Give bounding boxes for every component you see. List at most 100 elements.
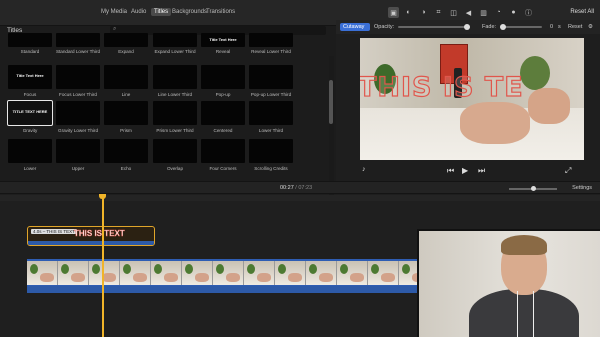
title-tile[interactable]	[153, 33, 197, 47]
settings-button[interactable]: Settings	[572, 185, 592, 191]
webcam-overlay	[417, 229, 600, 337]
title-tile[interactable]	[8, 33, 52, 47]
skip-forward-icon[interactable]: ⏭	[478, 166, 485, 176]
title-tile[interactable]	[104, 139, 148, 163]
tab-transitions[interactable]: Transitions	[206, 9, 235, 15]
fade-slider[interactable]	[500, 26, 542, 28]
reset-button[interactable]: Reset	[568, 24, 582, 30]
current-time: 00:27	[280, 185, 294, 191]
title-tile[interactable]	[201, 65, 245, 89]
frame-plant	[154, 264, 162, 274]
stabilization-icon[interactable]: ◫	[448, 7, 459, 18]
opacity-knob[interactable]	[464, 24, 470, 30]
volume-icon[interactable]: ◀	[463, 7, 474, 18]
frame-hand	[133, 273, 147, 282]
frame-plant	[30, 264, 38, 274]
title-tile[interactable]	[104, 65, 148, 89]
fade-value[interactable]: 0	[550, 24, 553, 30]
fullscreen-icon[interactable]: ⤢	[565, 166, 571, 176]
title-tile[interactable]	[249, 101, 293, 125]
frame-plant	[123, 264, 131, 274]
title-tile[interactable]	[153, 139, 197, 163]
title-tile[interactable]	[56, 101, 100, 125]
title-tile[interactable]	[56, 33, 100, 47]
frame-hand	[102, 273, 116, 282]
title-tile[interactable]: Title Text Here	[8, 65, 52, 89]
video-frame	[27, 261, 58, 285]
title-tile-preview: Title Text Here	[209, 37, 237, 42]
frame-plant	[216, 264, 224, 274]
video-frame	[213, 261, 244, 285]
total-duration: 07:23	[298, 185, 313, 191]
frame-plant	[309, 264, 317, 274]
scrollbar-thumb[interactable]	[329, 80, 333, 124]
title-tile[interactable]	[249, 65, 293, 89]
preview-viewer[interactable]: THIS IS TE	[360, 38, 584, 160]
play-icon[interactable]: ▶	[462, 166, 468, 175]
tab-titles[interactable]: Titles	[151, 8, 172, 16]
title-tile[interactable]	[153, 101, 197, 125]
gear-icon[interactable]: ⚙	[588, 24, 593, 30]
reset-all-button[interactable]: Reset All	[570, 9, 594, 15]
video-frame	[275, 261, 306, 285]
color-correction-icon[interactable]: ◑	[418, 7, 429, 18]
title-tile[interactable]	[56, 139, 100, 163]
playhead-handle[interactable]	[99, 194, 106, 199]
title-tile-label: Scrolling Credits	[254, 166, 288, 171]
hand-shape	[460, 102, 530, 144]
title-tile[interactable]: Title Text Here	[201, 33, 245, 47]
title-tile[interactable]	[104, 33, 148, 47]
overlay-mode-select[interactable]: Cutaway	[340, 23, 370, 31]
tab-audio[interactable]: Audio	[131, 9, 146, 15]
title-tile[interactable]: TITLE TEXT HERE	[7, 100, 53, 126]
title-tile[interactable]	[249, 139, 293, 163]
title-tile[interactable]	[56, 65, 100, 89]
title-tile[interactable]	[249, 33, 293, 47]
frame-plant	[371, 264, 379, 274]
audio-track	[27, 286, 417, 293]
hand-shape-2	[528, 88, 570, 124]
title-tile[interactable]	[104, 101, 148, 125]
opacity-label: Opacity:	[374, 24, 395, 30]
title-clip-label: 4.0s – THIS IS TEXT	[31, 229, 77, 234]
video-clip[interactable]	[27, 259, 417, 293]
title-tile-label: Lower Third	[258, 128, 284, 133]
title-tile[interactable]	[201, 139, 245, 163]
title-tile-label: Pop-up Lower Third	[250, 92, 292, 97]
imovie-window: My Media Audio Titles Backgrounds Transi…	[0, 0, 600, 337]
title-tile[interactable]	[201, 101, 245, 125]
color-balance-icon[interactable]: ◐	[403, 7, 414, 18]
earphone-cable-2	[533, 291, 534, 337]
video-overlay-icon[interactable]: ▣	[388, 7, 399, 18]
title-tile[interactable]	[8, 139, 52, 163]
timeline-ruler[interactable]	[0, 195, 600, 201]
frame-plant	[92, 264, 100, 274]
microphone-icon[interactable]: ♪	[362, 166, 366, 173]
filter-icon[interactable]: ●	[508, 7, 519, 18]
crop-icon[interactable]: ⌗	[433, 7, 444, 18]
info-icon[interactable]: ⓘ	[523, 7, 534, 18]
fade-knob[interactable]	[500, 24, 506, 30]
equalizer-icon[interactable]: ▥	[478, 7, 489, 18]
earphone-cable	[517, 291, 518, 337]
video-frame	[151, 261, 182, 285]
titles-browser: Titles ⌕ Standard Standard Lower Third Exp…	[0, 26, 336, 206]
frame-plant	[340, 264, 348, 274]
opacity-slider[interactable]	[398, 26, 470, 28]
frame-plant	[185, 264, 193, 274]
fade-label: Fade:	[482, 24, 497, 30]
video-frame	[244, 261, 275, 285]
zoom-slider[interactable]	[509, 186, 557, 191]
title-tile-preview: TITLE TEXT HERE	[12, 109, 48, 114]
video-frame	[120, 261, 151, 285]
zoom-knob[interactable]	[531, 186, 536, 191]
tab-backgrounds[interactable]: Backgrounds	[172, 9, 207, 15]
plant-shape-2	[520, 56, 550, 90]
tab-my-media[interactable]: My Media	[101, 9, 127, 15]
title-tile[interactable]	[153, 65, 197, 89]
playhead[interactable]	[99, 194, 106, 337]
title-clip[interactable]: 4.0s – THIS IS TEXT THIS IS TEXT	[27, 226, 155, 246]
skip-back-icon[interactable]: ⏮	[447, 166, 454, 176]
video-frame	[58, 261, 89, 285]
speed-icon[interactable]: ◔	[493, 7, 504, 18]
